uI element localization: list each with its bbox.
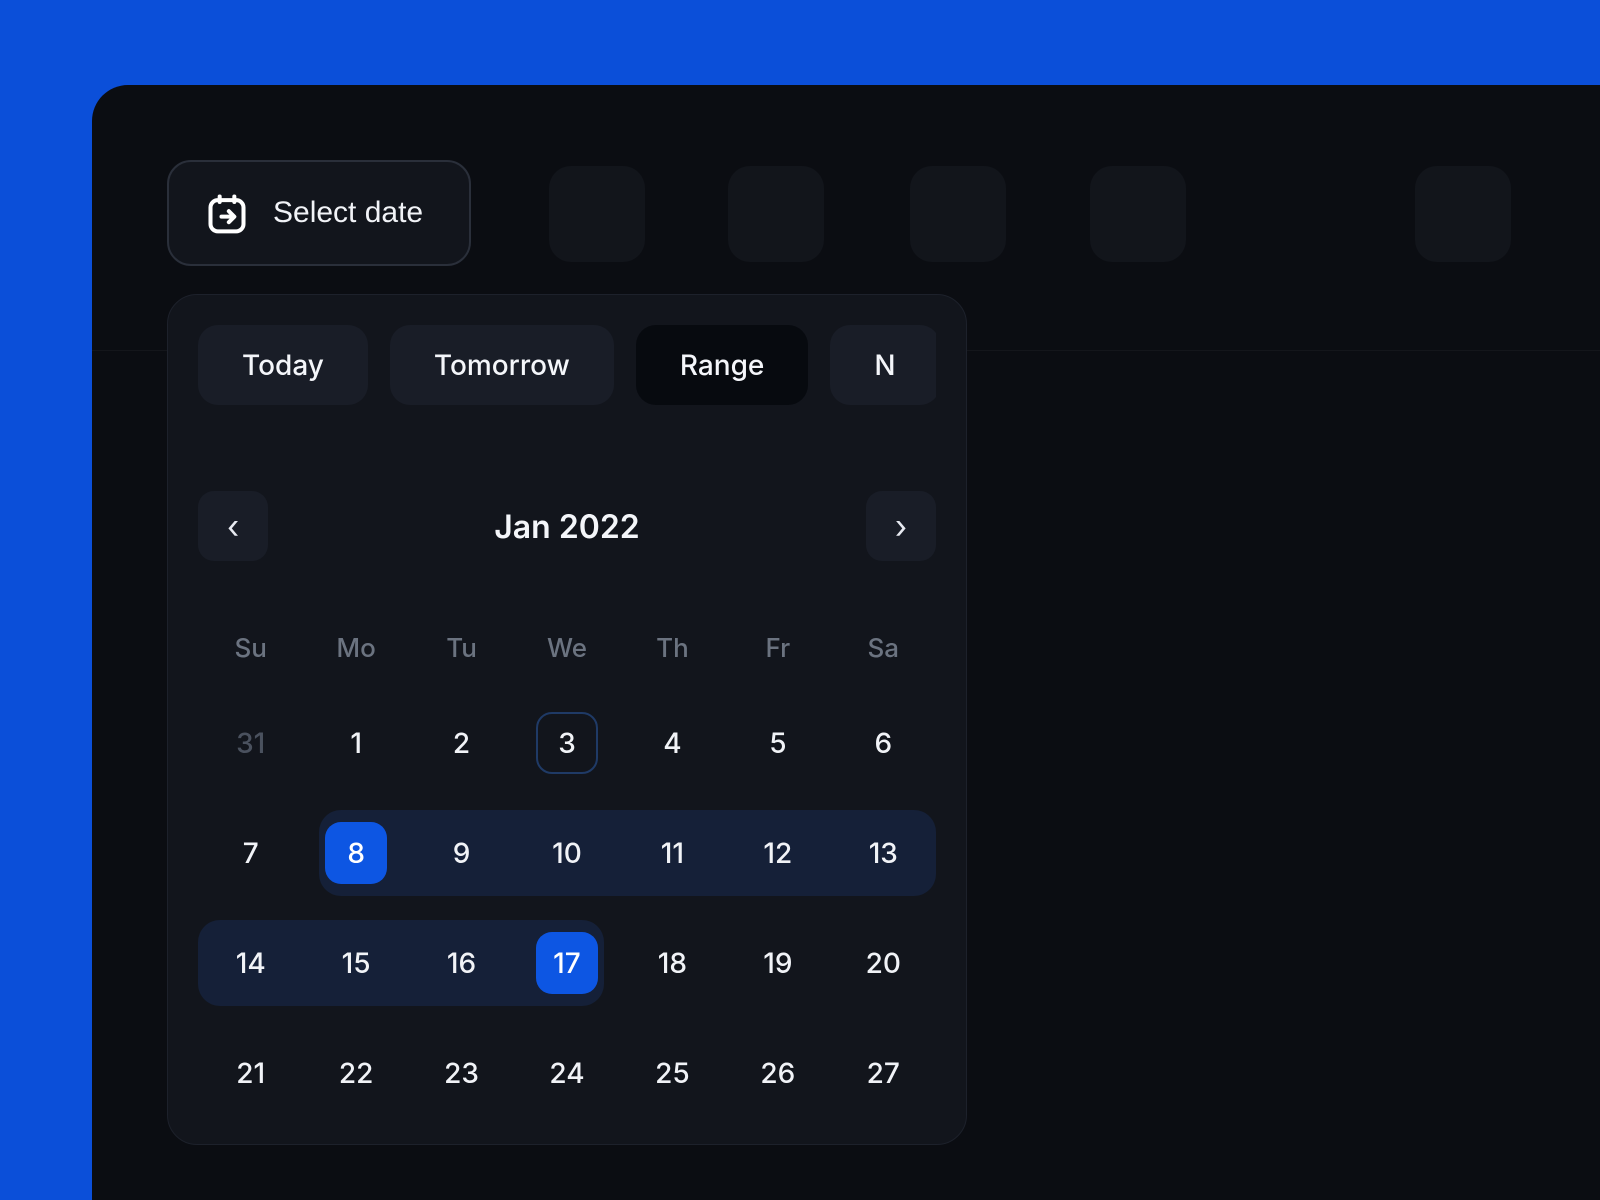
calendar-day-number: 16	[431, 932, 493, 994]
calendar-day-number: 9	[431, 822, 493, 884]
calendar-day-number: 19	[747, 932, 809, 994]
calendar-day-number: 27	[852, 1042, 914, 1104]
weekday-header: Mo	[303, 633, 408, 664]
calendar-day-number: 17	[536, 932, 598, 994]
calendar-day[interactable]: 27	[831, 1042, 936, 1104]
calendar-day[interactable]: 18	[620, 932, 725, 994]
calendar-day[interactable]: 23	[409, 1042, 514, 1104]
preset-chip[interactable]: Today	[198, 325, 368, 405]
calendar-day-number: 10	[536, 822, 598, 884]
calendar-day-number: 5	[747, 712, 809, 774]
calendar-day[interactable]: 17	[514, 932, 619, 994]
header-placeholder	[549, 166, 645, 262]
calendar-day[interactable]: 11	[620, 822, 725, 884]
calendar-day[interactable]: 3	[514, 712, 619, 774]
calendar-arrow-icon	[205, 191, 249, 235]
calendar-day-number: 4	[641, 712, 703, 774]
next-month-button[interactable]: ›	[866, 491, 936, 561]
calendar-day-number: 11	[641, 822, 703, 884]
calendar-day-number: 23	[431, 1042, 493, 1104]
weekday-header: Fr	[725, 633, 830, 664]
calendar-day[interactable]: 25	[620, 1042, 725, 1104]
calendar-day-number: 24	[536, 1042, 598, 1104]
calendar-day[interactable]: 7	[198, 822, 303, 884]
calendar-day[interactable]: 1	[303, 712, 408, 774]
calendar-day[interactable]: 12	[725, 822, 830, 884]
calendar-day: 31	[198, 712, 303, 774]
calendar-day-number: 1	[325, 712, 387, 774]
calendar-day[interactable]: 15	[303, 932, 408, 994]
calendar-day[interactable]: 8	[303, 822, 408, 884]
calendar-day[interactable]: 9	[409, 822, 514, 884]
select-date-button[interactable]: Select date	[167, 160, 471, 266]
calendar-day[interactable]: 5	[725, 712, 830, 774]
prev-month-button[interactable]: ‹	[198, 491, 268, 561]
calendar-day[interactable]: 2	[409, 712, 514, 774]
calendar-day-number: 18	[641, 932, 703, 994]
calendar-day-number: 13	[852, 822, 914, 884]
calendar-day-number: 15	[325, 932, 387, 994]
calendar-day[interactable]: 4	[620, 712, 725, 774]
month-nav: ‹ Jan 2022 ›	[198, 491, 936, 561]
select-date-label: Select date	[273, 196, 423, 230]
calendar-day-number: 12	[747, 822, 809, 884]
calendar-day-number: 22	[325, 1042, 387, 1104]
calendar-day[interactable]: 26	[725, 1042, 830, 1104]
calendar-grid: SuMoTuWeThFrSa31123456789101112131415161…	[198, 633, 936, 1104]
weekday-header: Th	[620, 633, 725, 664]
calendar-day-number: 7	[220, 822, 282, 884]
datepicker-popover: Today Tomorrow Range N ‹ Jan 2022 › SuMoTuW…	[167, 294, 967, 1145]
header-placeholder	[728, 166, 824, 262]
calendar-day-number: 2	[431, 712, 493, 774]
weekday-header: Tu	[409, 633, 514, 664]
calendar-day[interactable]: 14	[198, 932, 303, 994]
calendar-day-number: 21	[220, 1042, 282, 1104]
month-label: Jan 2022	[494, 507, 639, 546]
calendar-day-number: 6	[852, 712, 914, 774]
calendar-day[interactable]: 22	[303, 1042, 408, 1104]
calendar-day[interactable]: 13	[831, 822, 936, 884]
calendar-day-number: 31	[220, 712, 282, 774]
calendar-day-number: 14	[220, 932, 282, 994]
weekday-header: We	[514, 633, 619, 664]
calendar-day-number: 26	[747, 1042, 809, 1104]
chevron-left-icon: ‹	[227, 507, 239, 546]
preset-chip[interactable]: N	[830, 325, 936, 405]
calendar-day-number: 8	[325, 822, 387, 884]
calendar-day[interactable]: 6	[831, 712, 936, 774]
preset-chip[interactable]: Tomorrow	[390, 325, 614, 405]
header-placeholder	[1415, 166, 1511, 262]
calendar-day-number: 20	[852, 932, 914, 994]
header-placeholder	[1090, 166, 1186, 262]
weekday-header: Su	[198, 633, 303, 664]
header-placeholder	[910, 166, 1006, 262]
weekday-header: Sa	[831, 633, 936, 664]
calendar-day[interactable]: 10	[514, 822, 619, 884]
calendar-day-number: 3	[536, 712, 598, 774]
calendar-day-number: 25	[641, 1042, 703, 1104]
chevron-right-icon: ›	[895, 507, 907, 546]
calendar-day[interactable]: 21	[198, 1042, 303, 1104]
preset-chip-row: Today Tomorrow Range N	[198, 325, 936, 405]
calendar-day[interactable]: 24	[514, 1042, 619, 1104]
calendar-day[interactable]: 16	[409, 932, 514, 994]
calendar-day[interactable]: 19	[725, 932, 830, 994]
preset-chip[interactable]: Range	[636, 325, 809, 405]
calendar-day[interactable]: 20	[831, 932, 936, 994]
